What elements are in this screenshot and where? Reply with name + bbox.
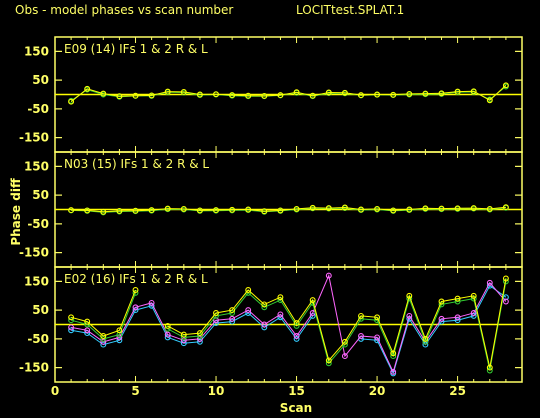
series-line <box>167 281 507 371</box>
y-tick-label: -50 <box>27 102 49 116</box>
plot-window: Obs - model phases vs scan number LOCITt… <box>0 0 540 418</box>
y-tick-label: -150 <box>19 246 49 260</box>
x-tick-label: 25 <box>449 384 466 398</box>
x-tick-label: 15 <box>288 384 305 398</box>
y-tick-label: 150 <box>24 274 49 288</box>
y-tick-label: -50 <box>27 332 49 346</box>
x-tick-label: 0 <box>51 384 59 398</box>
x-tick-label: 10 <box>208 384 225 398</box>
y-tick-label: 50 <box>32 73 49 87</box>
y-axis-label: Phase diff <box>9 178 23 246</box>
y-tick-label: 50 <box>32 303 49 317</box>
x-tick-label: 20 <box>369 384 386 398</box>
y-tick-label: -50 <box>27 217 49 231</box>
y-tick-label: -150 <box>19 131 49 145</box>
panel-label: E09 (14) IFs 1 & 2 R & L <box>64 42 208 56</box>
x-axis-label: Scan <box>280 401 312 415</box>
panel-label: N03 (15) IFs 1 & 2 R & L <box>64 157 209 171</box>
y-tick-label: 150 <box>24 44 49 58</box>
y-tick-label: 50 <box>32 188 49 202</box>
phase-diff-chart: Obs - model phases vs scan number LOCITt… <box>9 3 523 415</box>
x-tick-label: 5 <box>131 384 139 398</box>
y-tick-label: 150 <box>24 159 49 173</box>
chart-title: Obs - model phases vs scan number <box>15 3 233 17</box>
panel-label: E02 (16) IFs 1 & 2 R & L <box>64 272 208 286</box>
y-tick-label: -150 <box>19 361 49 375</box>
source-label: LOCITtest.SPLAT.1 <box>296 3 404 17</box>
